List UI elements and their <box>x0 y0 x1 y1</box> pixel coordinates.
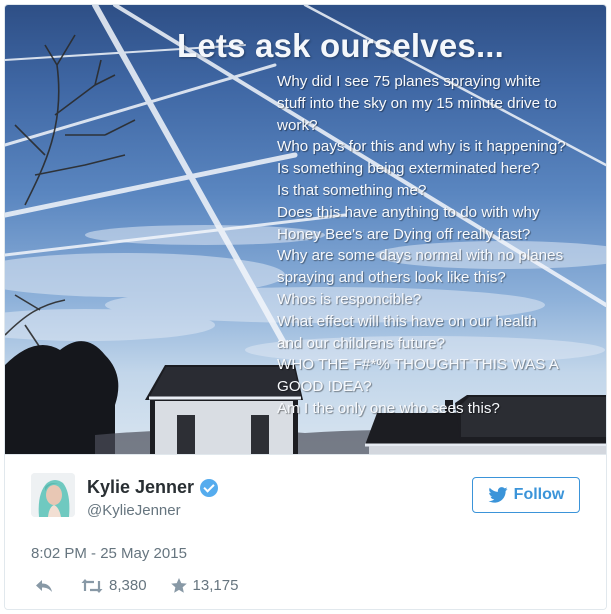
caption-line: Honey Bee's are Dying off really fast? <box>277 225 531 243</box>
tweet-timestamp[interactable]: 8:02 PM - 25 May 2015 <box>31 545 187 562</box>
caption-line: Whos is responcible? <box>277 290 422 308</box>
caption-line: What effect will this have on our health <box>277 312 537 330</box>
retweet-button[interactable]: 8,380 <box>81 577 147 594</box>
follow-button[interactable]: Follow <box>472 477 580 513</box>
caption-line: Who pays for this and why is it happenin… <box>277 138 566 156</box>
reply-icon <box>36 579 52 592</box>
author-handle[interactable]: @KylieJenner <box>87 502 181 519</box>
caption-line: Am I the only one who sees this? <box>277 399 500 417</box>
caption-line: WHO THE F#*% THOUGHT THIS WAS A <box>277 356 559 374</box>
image-caption-text: Why did I see 75 planes spraying white s… <box>277 71 597 420</box>
caption-line: GOOD IDEA? <box>277 378 372 396</box>
caption-line: Why did I see 75 planes spraying white <box>277 73 541 90</box>
verified-badge-icon <box>200 478 219 497</box>
favorite-button[interactable]: 13,175 <box>170 577 239 594</box>
follow-button-label: Follow <box>513 486 565 503</box>
tweet-footer: Kylie Jenner @KylieJenner Follow 8:02 PM… <box>5 454 606 609</box>
tweet-photo[interactable]: Lets ask ourselves... Why did I see 75 p… <box>5 5 606 454</box>
reply-button[interactable] <box>35 579 53 593</box>
avatar[interactable] <box>31 473 75 517</box>
caption-line: and our childrens future? <box>277 334 446 352</box>
author-name-row: Kylie Jenner <box>87 477 219 498</box>
caption-line: Why are some days normal with no planes <box>277 247 564 265</box>
twitter-bird-icon <box>488 487 508 503</box>
favorite-count: 13,175 <box>192 577 239 594</box>
caption-line: Is that something me? <box>277 181 427 199</box>
tweet-card: Lets ask ourselves... Why did I see 75 p… <box>4 4 607 610</box>
retweet-icon <box>81 578 103 593</box>
caption-line: spraying and others look like this? <box>277 269 506 287</box>
avatar-image <box>31 473 75 517</box>
caption-line: Does this have anything to do with why <box>277 203 540 221</box>
author-name[interactable]: Kylie Jenner <box>87 477 194 498</box>
tweet-actions: 8,380 13,175 <box>35 577 238 594</box>
caption-line: stuff into the sky on my 15 minute drive… <box>277 94 557 112</box>
retweet-count: 8,380 <box>109 577 147 594</box>
caption-line: work? <box>277 116 318 134</box>
image-headline: Lets ask ourselves... <box>177 27 505 64</box>
star-icon <box>170 578 187 593</box>
caption-line: Is something being exterminated here? <box>277 160 540 178</box>
